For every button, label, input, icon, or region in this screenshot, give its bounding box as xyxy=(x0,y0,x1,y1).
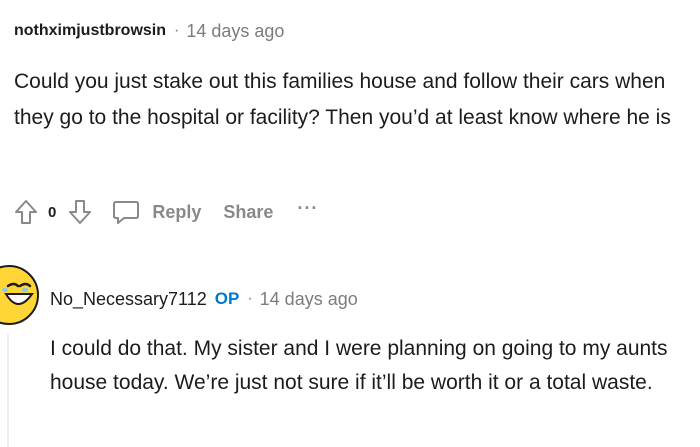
op-badge: OP xyxy=(214,289,240,308)
comment-bubble-icon[interactable] xyxy=(110,196,142,228)
comment-author[interactable]: nothximjustbrowsin xyxy=(14,22,166,40)
meta-separator: · xyxy=(247,290,253,307)
comment-meta: nothximjustbrowsin · 14 days ago xyxy=(14,14,284,48)
vote-count: 0 xyxy=(48,203,57,221)
reply-body: I could do that. My sister and I were pl… xyxy=(50,337,668,394)
comment-actions: 0 Reply Share ··· xyxy=(10,194,318,230)
meta-separator: · xyxy=(174,22,180,39)
comment-body: Could you just stake out this families h… xyxy=(14,70,671,129)
reply-timestamp[interactable]: 14 days ago xyxy=(260,289,358,310)
laughing-snoo-icon xyxy=(0,265,39,325)
reply-meta: No_Necessary7112 OP · 14 days ago xyxy=(50,284,358,314)
upvote-icon[interactable] xyxy=(10,196,42,228)
reply-author[interactable]: No_Necessary7112 xyxy=(50,289,207,310)
more-options-button[interactable]: ··· xyxy=(297,199,318,217)
reply-button[interactable]: Reply xyxy=(152,202,201,223)
avatar[interactable] xyxy=(0,264,40,326)
downvote-icon[interactable] xyxy=(64,196,96,228)
thread-line[interactable] xyxy=(7,334,9,447)
share-button[interactable]: Share xyxy=(223,202,273,223)
comment-timestamp[interactable]: 14 days ago xyxy=(186,21,284,42)
